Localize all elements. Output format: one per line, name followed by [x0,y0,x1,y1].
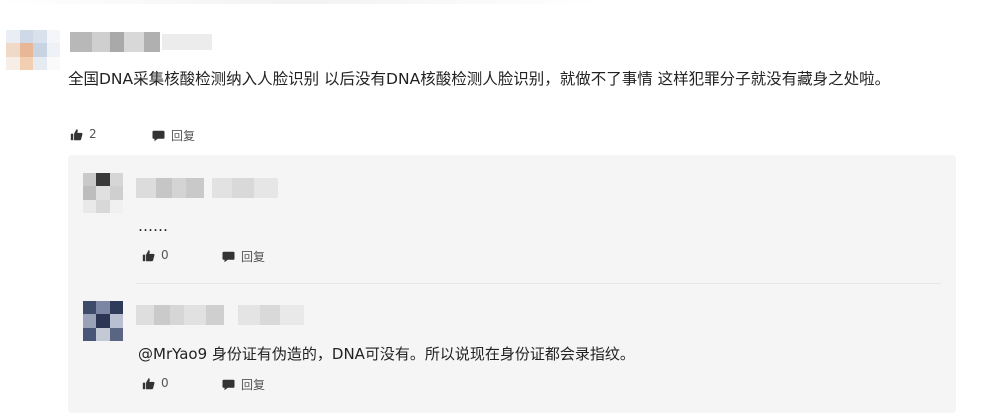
commenter-avatar[interactable] [6,30,60,70]
comment-timestamp [162,34,212,50]
reply-username[interactable] [136,305,304,325]
reply-reply-label: 回复 [241,250,266,264]
thumbs-up-icon [142,249,155,261]
speech-bubble-icon [152,130,165,141]
reply-label: 回复 [171,129,196,143]
like-count: 2 [89,127,97,141]
reply-avatar[interactable] [83,173,123,213]
reply-reply-button[interactable]: 回复 [222,376,265,393]
reply-reply-label: 回复 [241,378,266,392]
reply-reply-button[interactable]: 回复 [222,248,265,265]
reply-like-count: 0 [161,376,169,390]
reply-button[interactable]: 回复 [152,127,195,144]
reply-like-button[interactable]: 0 [142,248,169,262]
reply-body: @MrYao9 身份证有伪造的，DNA可没有。所以说现在身份证都会录指纹。 [138,345,635,363]
like-button[interactable]: 2 [70,127,97,141]
reply-username[interactable] [136,178,278,198]
reply-body: …… [138,217,168,235]
speech-bubble-icon [222,379,235,390]
thumbs-up-icon [142,377,155,389]
reply-divider [136,283,941,284]
commenter-name[interactable] [70,32,160,52]
reply-like-button[interactable]: 0 [142,376,169,390]
thumbs-up-icon [70,128,83,140]
comment-thread-page: 全国DNA采集核酸检测纳入人脸识别 以后没有DNA核酸检测人脸识别，就做不了事情… [0,0,1000,420]
reply-avatar[interactable] [83,301,123,341]
reply-like-count: 0 [161,248,169,262]
speech-bubble-icon [222,251,235,262]
comment-body: 全国DNA采集核酸检测纳入人脸识别 以后没有DNA核酸检测人脸识别，就做不了事情… [68,70,891,88]
top-edge [0,0,1000,4]
